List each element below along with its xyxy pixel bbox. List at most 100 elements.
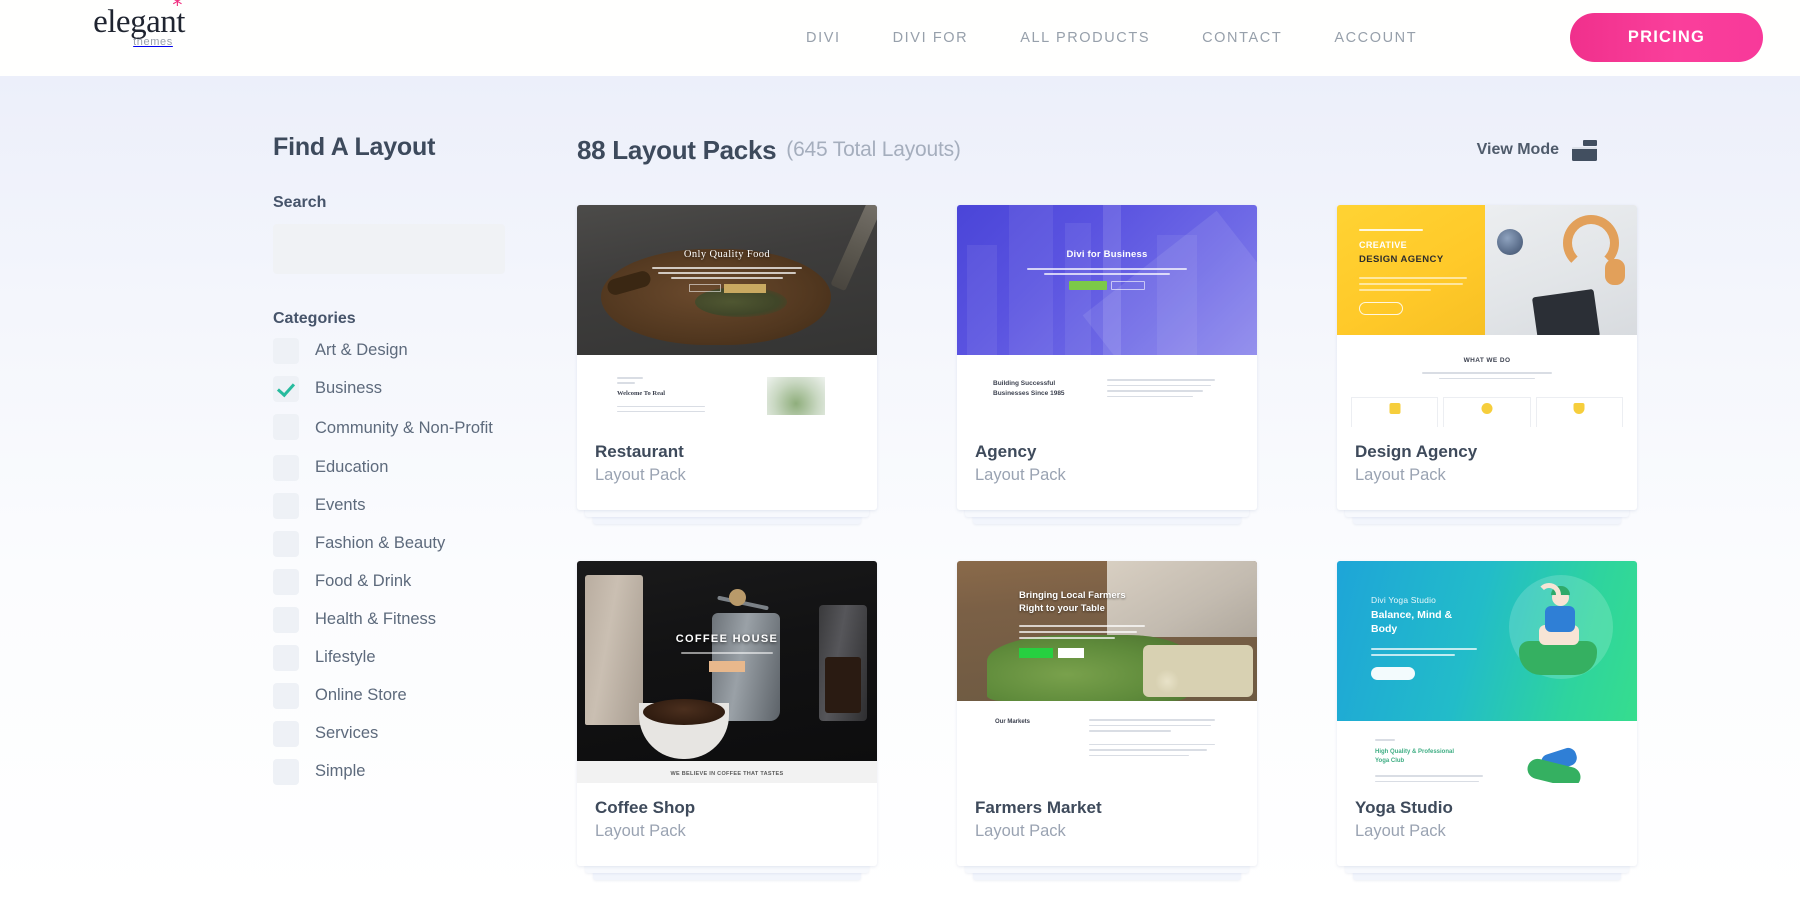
category-item-fashion-beauty[interactable]: Fashion & Beauty: [273, 530, 518, 557]
pack-thumbnail: Only Quality Food Welcome: [577, 205, 877, 427]
search-input[interactable]: [273, 224, 505, 274]
category-label: Art & Design: [315, 337, 408, 363]
category-item-art-design[interactable]: Art & Design: [273, 337, 518, 364]
pack-total-count: (645 Total Layouts): [786, 138, 960, 162]
preview-section-title: WE BELIEVE IN COFFEE THAT TASTES: [637, 771, 817, 777]
category-label: Education: [315, 454, 388, 480]
preview-hero-title: CREATIVE: [1359, 240, 1471, 250]
site-header: elegant * themes DIVI DIVI FOR ALL PRODU…: [0, 0, 1800, 76]
checkbox-checked-icon[interactable]: [273, 376, 299, 402]
preview-hero-title-2: Right to your Table: [1019, 602, 1179, 615]
category-label: Services: [315, 720, 378, 746]
pack-thumbnail: Bringing Local Farmers Right to your Tab…: [957, 561, 1257, 783]
layout-pack-card-yoga-studio[interactable]: Divi Yoga Studio Balance, Mind & Body: [1337, 561, 1637, 866]
category-label: Food & Drink: [315, 568, 411, 594]
preview-hero-title: Bringing Local Farmers: [1019, 589, 1179, 602]
checkbox-icon[interactable]: [273, 569, 299, 595]
preview-section-title: Our Markets: [995, 719, 1067, 725]
category-item-education[interactable]: Education: [273, 454, 518, 481]
category-label: Fashion & Beauty: [315, 530, 445, 556]
pack-thumbnail: Divi Yoga Studio Balance, Mind & Body: [1337, 561, 1637, 783]
checkbox-icon[interactable]: [273, 531, 299, 557]
category-item-simple[interactable]: Simple: [273, 758, 518, 785]
category-item-business[interactable]: Business: [273, 375, 518, 402]
category-item-services[interactable]: Services: [273, 720, 518, 747]
main-navigation: DIVI DIVI FOR ALL PRODUCTS CONTACT ACCOU…: [780, 0, 1443, 76]
checkbox-icon[interactable]: [273, 414, 299, 440]
pack-title: Farmers Market: [975, 797, 1239, 818]
category-item-lifestyle[interactable]: Lifestyle: [273, 644, 518, 671]
layout-pack-card-farmers-market[interactable]: Bringing Local Farmers Right to your Tab…: [957, 561, 1257, 866]
search-label: Search: [273, 194, 518, 212]
preview-hero-title-2: Body: [1371, 622, 1491, 636]
logo-wordmark: elegant *: [93, 6, 185, 39]
category-item-health-fitness[interactable]: Health & Fitness: [273, 606, 518, 633]
checkbox-icon[interactable]: [273, 607, 299, 633]
preview-hero-title: COFFEE HOUSE: [639, 633, 815, 645]
layout-pack-card-design-agency[interactable]: CREATIVE DESIGN AGENCY WHAT WE DO: [1337, 205, 1637, 510]
checkbox-icon[interactable]: [273, 683, 299, 709]
checkbox-icon[interactable]: [273, 645, 299, 671]
pack-thumbnail: COFFEE HOUSE WE BELIEVE IN COFFEE THAT T…: [577, 561, 877, 783]
preview-hero-title: Divi for Business: [1012, 249, 1202, 260]
pack-subtitle: Layout Pack: [595, 464, 859, 486]
site-logo[interactable]: elegant * themes: [84, 6, 194, 64]
preview-hero-kicker: Divi Yoga Studio: [1371, 595, 1491, 605]
pack-thumbnail: Divi for Business Building Successful Bu…: [957, 205, 1257, 427]
category-label: Health & Fitness: [315, 606, 436, 632]
layout-pack-card-agency[interactable]: Divi for Business Building Successful Bu…: [957, 205, 1257, 510]
logo-text: elegant: [93, 4, 185, 40]
checkbox-icon[interactable]: [273, 721, 299, 747]
view-mode-toggle[interactable]: View Mode: [1477, 140, 1597, 161]
preview-section-title: WHAT WE DO: [1412, 357, 1562, 364]
view-mode-label: View Mode: [1477, 141, 1559, 159]
nav-item-contact[interactable]: CONTACT: [1176, 30, 1308, 46]
preview-section-title: Welcome To Real: [617, 390, 707, 397]
preview-hero-title: Balance, Mind &: [1371, 608, 1491, 622]
checkbox-icon[interactable]: [273, 455, 299, 481]
pack-title: Yoga Studio: [1355, 797, 1619, 818]
layout-pack-card-coffee-shop[interactable]: COFFEE HOUSE WE BELIEVE IN COFFEE THAT T…: [577, 561, 877, 866]
pricing-button[interactable]: PRICING: [1570, 13, 1763, 62]
pack-title: Agency: [975, 441, 1239, 462]
checkbox-icon[interactable]: [273, 338, 299, 364]
pack-subtitle: Layout Pack: [975, 464, 1239, 486]
category-item-online-store[interactable]: Online Store: [273, 682, 518, 709]
nav-item-all-products[interactable]: ALL PRODUCTS: [994, 30, 1176, 46]
pack-count: 88 Layout Packs: [577, 135, 776, 166]
page-body: Find A Layout Search Categories Art & De…: [0, 76, 1800, 900]
layout-pack-grid: Only Quality Food Welcome: [577, 205, 1597, 866]
checkbox-icon[interactable]: [273, 493, 299, 519]
category-label: Events: [315, 492, 365, 518]
preview-section-title: High Quality & Professional: [1375, 748, 1485, 757]
category-label: Business: [315, 375, 382, 401]
category-item-community-non-profit[interactable]: Community & Non-Profit: [273, 413, 518, 443]
pack-subtitle: Layout Pack: [595, 820, 859, 842]
pack-subtitle: Layout Pack: [975, 820, 1239, 842]
pack-title: Design Agency: [1355, 441, 1619, 462]
category-label: Community & Non-Profit: [315, 413, 493, 443]
checkbox-icon[interactable]: [273, 759, 299, 785]
card-stack-icon[interactable]: [1572, 140, 1597, 161]
page-title: Find A Layout: [273, 133, 518, 162]
category-label: Online Store: [315, 682, 407, 708]
category-item-events[interactable]: Events: [273, 492, 518, 519]
content-header: 88 Layout Packs (645 Total Layouts) View…: [577, 133, 1597, 167]
category-item-food-drink[interactable]: Food & Drink: [273, 568, 518, 595]
pack-thumbnail: CREATIVE DESIGN AGENCY WHAT WE DO: [1337, 205, 1637, 427]
nav-item-account[interactable]: ACCOUNT: [1308, 30, 1443, 46]
filter-sidebar: Find A Layout Search Categories Art & De…: [273, 133, 518, 796]
categories-label: Categories: [273, 310, 518, 328]
preview-section-title-2: Yoga Club: [1375, 757, 1485, 766]
preview-hero-kicker: [1359, 229, 1423, 231]
category-label: Lifestyle: [315, 644, 376, 670]
layout-packs-content: 88 Layout Packs (645 Total Layouts) View…: [577, 133, 1597, 866]
pack-title: Restaurant: [595, 441, 859, 462]
nav-item-divi[interactable]: DIVI: [780, 30, 867, 46]
preview-section-title-2: Businesses Since 1985: [993, 389, 1083, 399]
nav-item-divi-for[interactable]: DIVI FOR: [867, 30, 995, 46]
preview-section-title: Building Successful: [993, 379, 1083, 389]
layout-pack-card-restaurant[interactable]: Only Quality Food Welcome: [577, 205, 877, 510]
category-label: Simple: [315, 758, 365, 784]
pack-title: Coffee Shop: [595, 797, 859, 818]
